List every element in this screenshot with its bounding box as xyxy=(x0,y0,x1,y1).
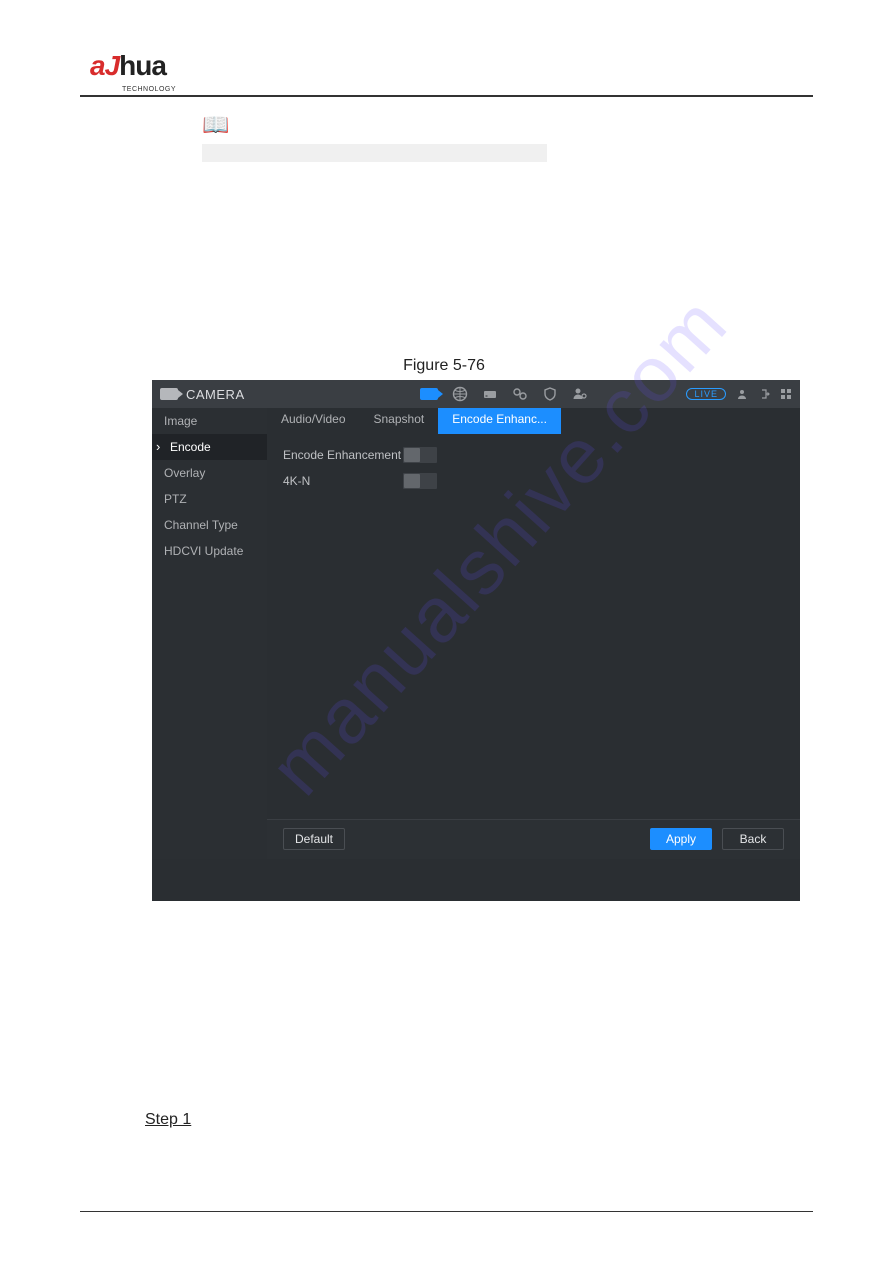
app-topbar: CAMERA LIV xyxy=(152,380,800,408)
camera-icon xyxy=(160,388,178,400)
sidebar-item-ptz[interactable]: PTZ xyxy=(152,486,267,512)
header-rule xyxy=(80,95,813,97)
sidebar-item-label: PTZ xyxy=(164,492,187,506)
tab-row: Audio/Video Snapshot Encode Enhanc... xyxy=(267,408,800,434)
logo-suffix: hua xyxy=(119,50,166,81)
form-label: Encode Enhancement xyxy=(283,448,403,462)
nav-camera-icon[interactable] xyxy=(420,388,438,400)
sidebar-item-channel-type[interactable]: Channel Type xyxy=(152,512,267,538)
button-row: Default Apply Back xyxy=(267,819,800,859)
toggle-knob xyxy=(404,474,420,488)
grid-icon[interactable] xyxy=(780,388,792,400)
tab-encode-enhancement[interactable]: Encode Enhanc... xyxy=(438,408,561,434)
live-badge: LIVE xyxy=(686,388,726,400)
4k-n-toggle[interactable] xyxy=(403,473,437,489)
sidebar-item-label: Image xyxy=(164,414,197,428)
form-area: Encode Enhancement 4K-N xyxy=(267,434,800,819)
toggle-knob xyxy=(404,448,420,462)
form-label: 4K-N xyxy=(283,474,403,488)
tab-label: Audio/Video xyxy=(281,412,346,426)
logo-subtext: TECHNOLOGY xyxy=(122,86,813,93)
logout-icon[interactable] xyxy=(758,388,770,400)
step-label: Step 1 xyxy=(145,1111,813,1129)
sidebar-item-image[interactable]: Image xyxy=(152,408,267,434)
sidebar-item-label: HDCVI Update xyxy=(164,544,243,558)
tab-label: Encode Enhanc... xyxy=(452,412,547,426)
tab-audio-video[interactable]: Audio/Video xyxy=(267,408,360,434)
nav-settings-icon[interactable] xyxy=(512,386,528,402)
default-button[interactable]: Default xyxy=(283,828,345,850)
sidebar-item-label: Channel Type xyxy=(164,518,238,532)
logo-slash: J xyxy=(105,50,120,81)
logo: aJhua xyxy=(90,50,813,82)
nav-shield-icon[interactable] xyxy=(542,386,558,402)
sidebar: Image Encode Overlay PTZ Channel Type HD… xyxy=(152,408,267,859)
encode-enhancement-toggle[interactable] xyxy=(403,447,437,463)
sidebar-item-encode[interactable]: Encode xyxy=(152,434,267,460)
sidebar-item-label: Overlay xyxy=(164,466,205,480)
tab-snapshot[interactable]: Snapshot xyxy=(360,408,439,434)
topbar-nav xyxy=(420,386,588,402)
window-title: CAMERA xyxy=(186,387,245,402)
footer-rule xyxy=(80,1211,813,1212)
sidebar-item-label: Encode xyxy=(170,440,211,454)
back-button[interactable]: Back xyxy=(722,828,784,850)
nav-globe-icon[interactable] xyxy=(452,386,468,402)
figure-caption: Figure 5-76 xyxy=(75,357,813,375)
nav-storage-icon[interactable] xyxy=(482,386,498,402)
app-window: CAMERA LIV xyxy=(152,380,800,901)
user-icon[interactable] xyxy=(736,388,748,400)
logo-prefix: a xyxy=(90,50,105,81)
redacted-text-bar xyxy=(202,144,547,162)
form-row-encode-enhancement: Encode Enhancement xyxy=(283,444,800,466)
sidebar-item-overlay[interactable]: Overlay xyxy=(152,460,267,486)
tab-label: Snapshot xyxy=(374,412,425,426)
nav-user-settings-icon[interactable] xyxy=(572,386,588,402)
apply-button[interactable]: Apply xyxy=(650,828,712,850)
form-row-4k-n: 4K-N xyxy=(283,470,800,492)
sidebar-item-hdcvi-update[interactable]: HDCVI Update xyxy=(152,538,267,564)
main-pane: Audio/Video Snapshot Encode Enhanc... En… xyxy=(267,408,800,859)
note-icon: 📖 xyxy=(202,112,813,138)
